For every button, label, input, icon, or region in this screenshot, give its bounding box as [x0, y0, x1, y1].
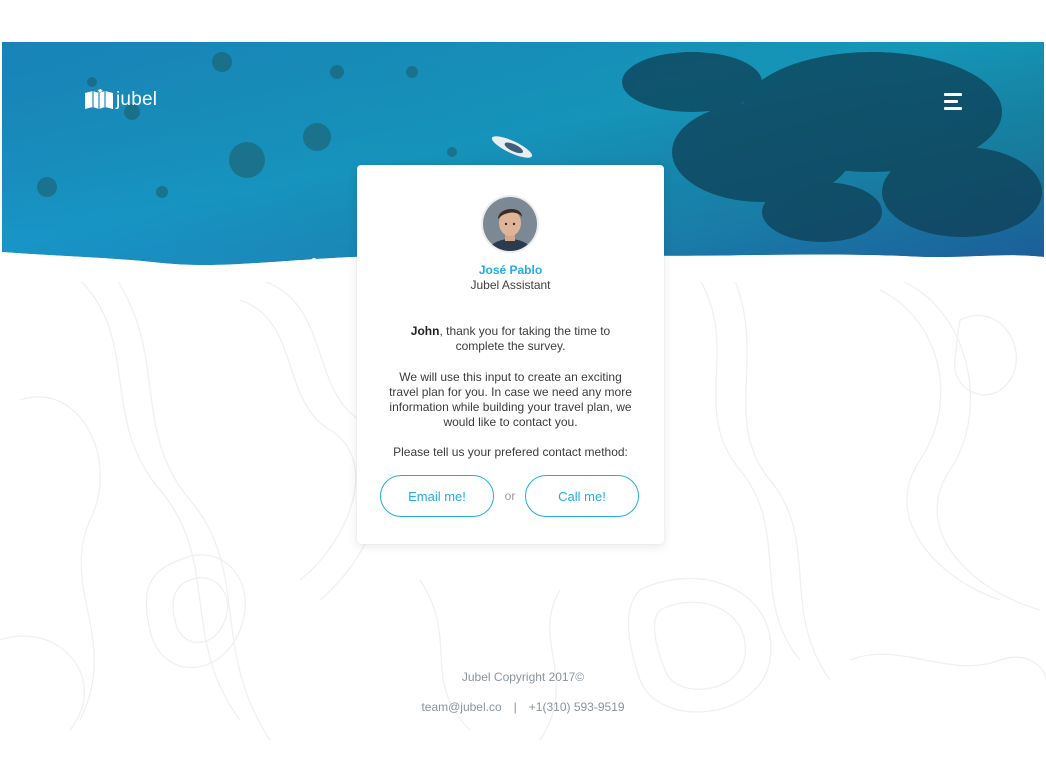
thank-you-message: John, thank you for taking the time to c…: [385, 324, 636, 354]
assistant-name: José Pablo: [478, 263, 543, 277]
menu-line: [944, 93, 962, 96]
info-message: We will use this input to create an exci…: [389, 370, 632, 429]
user-avatar-icon: [483, 197, 537, 251]
menu-line: [944, 100, 958, 103]
contact-card: José Pablo Jubel Assistant John, thank y…: [357, 165, 664, 544]
brand-name: jubel: [116, 89, 158, 110]
thank-you-text: , thank you for taking the time to compl…: [439, 324, 611, 353]
call-me-button[interactable]: Call me!: [525, 475, 639, 517]
footer-phone-link[interactable]: +1(310) 593-9519: [529, 700, 625, 714]
book-map-icon: [85, 89, 113, 109]
brand-logo[interactable]: jubel: [84, 89, 157, 111]
assistant-role: Jubel Assistant: [470, 278, 551, 292]
assistant-avatar: [483, 197, 537, 251]
footer-separator: |: [513, 700, 517, 714]
user-name: John: [410, 324, 440, 338]
footer-copyright: Jubel Copyright 2017©: [461, 670, 585, 684]
or-separator: or: [504, 489, 516, 503]
hamburger-menu-icon[interactable]: [944, 93, 964, 111]
contact-prompt: Please tell us your prefered contact met…: [393, 445, 628, 459]
footer-contact: team@jubel.co | +1(310) 593-9519: [0, 700, 1046, 714]
footer-email-link[interactable]: team@jubel.co: [421, 700, 501, 714]
menu-line: [944, 107, 962, 110]
email-me-button[interactable]: Email me!: [380, 475, 494, 517]
